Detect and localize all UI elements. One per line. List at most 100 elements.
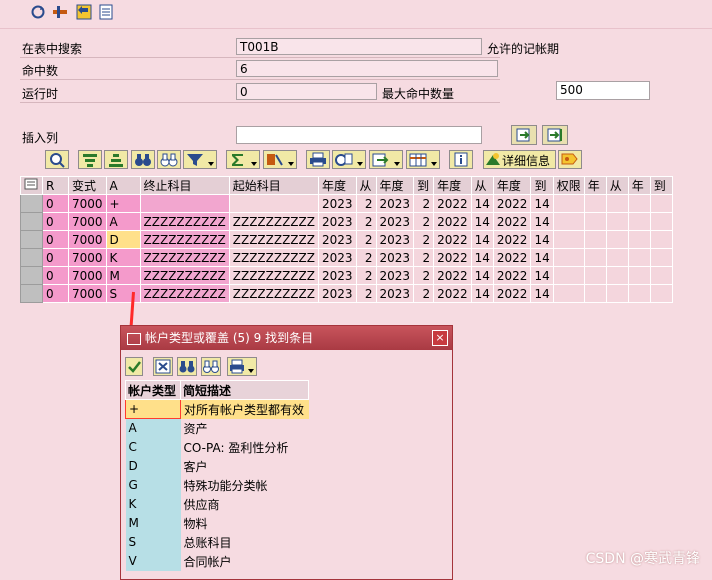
table-cell[interactable]: 0 xyxy=(42,212,69,231)
table-cell[interactable] xyxy=(552,266,585,285)
account-type-description[interactable]: 客户 xyxy=(180,456,309,476)
table-cell[interactable]: 14 xyxy=(530,212,554,231)
table-cell[interactable] xyxy=(649,212,673,231)
insert-all-columns-button[interactable] xyxy=(542,125,568,145)
table-cell[interactable]: 0 xyxy=(42,248,69,267)
table-cell[interactable]: 2023 xyxy=(317,230,357,249)
table-cell[interactable] xyxy=(583,194,607,213)
column-header[interactable]: 年度 xyxy=(317,176,357,195)
table-cell[interactable]: 0 xyxy=(42,266,69,285)
table-cell[interactable] xyxy=(605,284,629,303)
filter-button[interactable] xyxy=(183,150,217,169)
table-cell[interactable]: 2023 xyxy=(375,212,415,231)
table-cell[interactable]: 2023 xyxy=(317,212,357,231)
table-cell[interactable] xyxy=(649,230,673,249)
sum-button[interactable] xyxy=(226,150,260,169)
account-type-code[interactable]: K xyxy=(125,494,181,514)
table-cell[interactable]: 2022 xyxy=(433,194,472,213)
table-row[interactable]: 0 7000 K ZZZZZZZZZZ ZZZZZZZZZZ 2023 2 2023 2 2022… xyxy=(20,248,673,267)
translate-button[interactable] xyxy=(558,150,582,169)
account-type-code[interactable]: D xyxy=(125,456,181,476)
table-cell[interactable]: 0 xyxy=(42,194,69,213)
table-cell[interactable]: 2 xyxy=(355,266,377,285)
account-type-code[interactable]: C xyxy=(125,437,181,457)
table-cell[interactable]: 14 xyxy=(470,194,494,213)
table-cell[interactable] xyxy=(552,230,585,249)
table-cell[interactable]: 2023 xyxy=(375,266,415,285)
account-type-code[interactable]: V xyxy=(125,551,181,571)
account-type-description[interactable]: 合同帐户 xyxy=(180,551,309,571)
list-item[interactable]: M 物料 xyxy=(125,513,309,533)
table-cell[interactable]: 7000 xyxy=(68,284,107,303)
row-selector[interactable] xyxy=(20,248,43,267)
table-cell[interactable]: ZZZZZZZZZZ xyxy=(139,212,230,231)
list-item[interactable]: K 供应商 xyxy=(125,494,309,514)
table-cell[interactable]: + xyxy=(105,194,141,213)
list-item[interactable]: S 总账科目 xyxy=(125,532,309,552)
table-cell[interactable]: K xyxy=(105,248,141,267)
row-selector[interactable] xyxy=(20,212,43,231)
table-cell[interactable]: 14 xyxy=(470,284,494,303)
popup-titlebar[interactable]: 帐户类型或覆盖 (5) 9 找到条目 xyxy=(121,326,452,350)
table-cell[interactable]: 2023 xyxy=(375,230,415,249)
find-next-button[interactable] xyxy=(201,357,221,376)
table-cell[interactable]: 2 xyxy=(355,284,377,303)
table-cell[interactable]: 2022 xyxy=(492,266,532,285)
table-row[interactable]: 0 7000 M ZZZZZZZZZZ ZZZZZZZZZZ 2023 2 2023 2 2022… xyxy=(20,266,673,285)
list-icon[interactable] xyxy=(98,4,114,20)
table-cell[interactable]: 2023 xyxy=(317,266,357,285)
column-header[interactable]: 从 xyxy=(470,176,494,195)
account-type-description[interactable]: 特殊功能分类帐 xyxy=(180,475,309,495)
table-cell[interactable]: 2022 xyxy=(433,248,472,267)
account-type-description[interactable]: CO-PA: 盈利性分析 xyxy=(180,437,309,457)
table-cell[interactable] xyxy=(605,266,629,285)
find-button[interactable] xyxy=(131,150,155,169)
table-cell[interactable]: 14 xyxy=(530,248,554,267)
table-cell[interactable] xyxy=(583,212,607,231)
account-type-code[interactable]: A xyxy=(125,418,181,438)
table-cell[interactable]: 14 xyxy=(530,230,554,249)
table-cell[interactable] xyxy=(649,194,673,213)
table-cell[interactable]: ZZZZZZZZZZ xyxy=(228,212,319,231)
table-cell[interactable]: 7000 xyxy=(68,230,107,249)
table-cell[interactable] xyxy=(605,194,629,213)
table-cell[interactable]: 2022 xyxy=(492,284,532,303)
table-cell[interactable]: 7000 xyxy=(68,194,107,213)
sort-descending-button[interactable] xyxy=(104,150,128,169)
search-table-field[interactable]: T001B xyxy=(236,38,482,55)
table-cell[interactable] xyxy=(649,284,673,303)
print-button[interactable] xyxy=(306,150,330,169)
row-selector[interactable] xyxy=(20,230,43,249)
account-type-code[interactable]: + xyxy=(125,399,181,419)
table-cell[interactable] xyxy=(605,212,629,231)
select-layout-button[interactable] xyxy=(45,150,69,169)
list-item[interactable]: G 特殊功能分类帐 xyxy=(125,475,309,495)
table-cell[interactable]: 14 xyxy=(470,248,494,267)
table-cell[interactable]: 2022 xyxy=(433,212,472,231)
table-cell[interactable]: ZZZZZZZZZZ xyxy=(228,248,319,267)
table-cell[interactable]: 2023 xyxy=(375,194,415,213)
list-item[interactable]: D 客户 xyxy=(125,456,309,476)
column-header[interactable]: 到 xyxy=(649,176,673,195)
column-header[interactable]: 权限 xyxy=(552,176,585,195)
table-cell[interactable]: 2023 xyxy=(375,248,415,267)
table-cell[interactable]: 2 xyxy=(413,284,435,303)
list-item[interactable]: + 对所有帐户类型都有效 xyxy=(125,399,309,419)
table-row[interactable]: 0 7000 D ZZZZZZZZZZ ZZZZZZZZZZ 2023 2 2023 2 2022… xyxy=(20,230,673,249)
table-cell[interactable] xyxy=(139,194,230,213)
column-header[interactable]: 年度 xyxy=(492,176,532,195)
find-button[interactable] xyxy=(177,357,197,376)
table-cell[interactable] xyxy=(627,212,651,231)
table-cell[interactable] xyxy=(627,266,651,285)
table-cell[interactable]: 2 xyxy=(413,248,435,267)
views-button[interactable] xyxy=(332,150,366,169)
table-cell[interactable]: 2022 xyxy=(433,230,472,249)
table-cell[interactable]: 14 xyxy=(530,194,554,213)
account-type-code[interactable]: G xyxy=(125,475,181,495)
insert-column-input[interactable] xyxy=(236,126,482,144)
table-cell[interactable]: 14 xyxy=(470,266,494,285)
table-cell[interactable] xyxy=(649,248,673,267)
table-cell[interactable]: 2023 xyxy=(375,284,415,303)
table-cell[interactable]: 2023 xyxy=(317,248,357,267)
table-cell[interactable]: 2023 xyxy=(317,284,357,303)
